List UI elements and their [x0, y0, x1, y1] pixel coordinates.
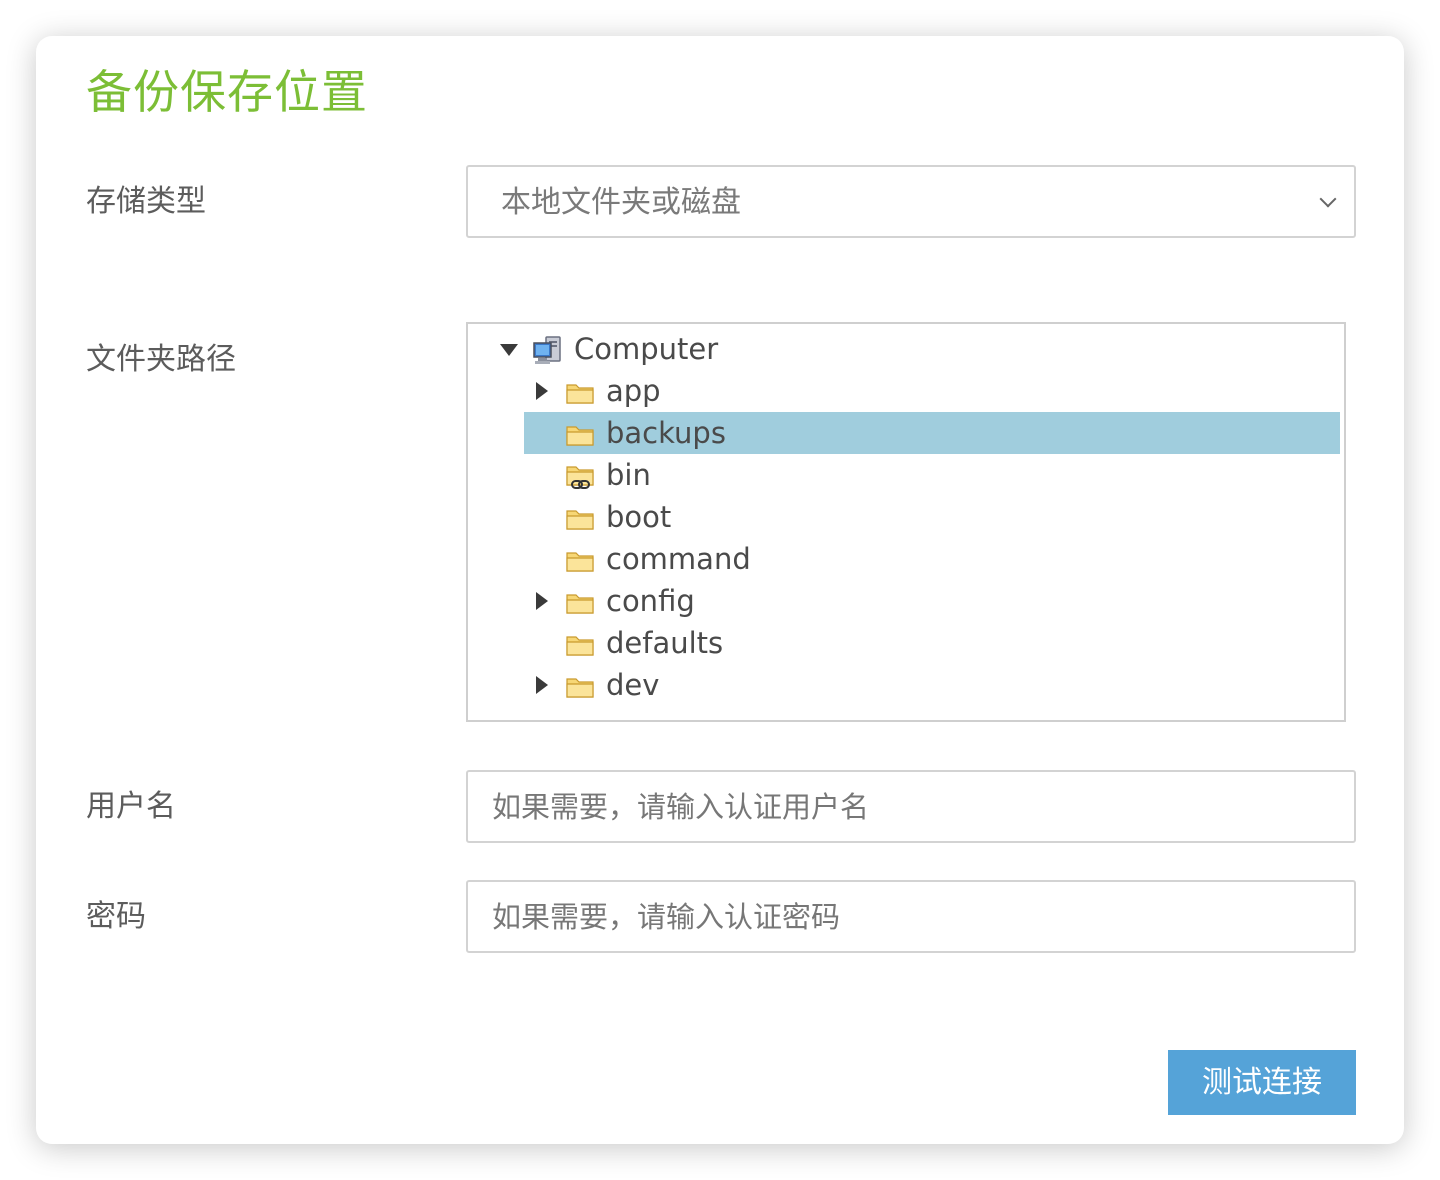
tree-item-config[interactable]: config — [468, 580, 1344, 622]
tree-item-label: bin — [606, 458, 651, 492]
folder-icon — [566, 552, 594, 572]
expand-arrow-icon[interactable] — [536, 382, 548, 400]
password-input[interactable] — [466, 880, 1356, 953]
test-connection-button[interactable]: 测试连接 — [1168, 1050, 1356, 1115]
folder-icon — [566, 636, 594, 656]
username-input[interactable] — [466, 770, 1356, 843]
tree-item-dev[interactable]: dev — [468, 664, 1344, 706]
folder-icon — [566, 384, 594, 404]
page-title: 备份保存位置 — [86, 65, 368, 119]
tree-item-bin[interactable]: bin — [468, 454, 1344, 496]
tree-item-boot[interactable]: boot — [468, 496, 1344, 538]
tree-item-label: command — [606, 542, 751, 576]
tree-root-row[interactable]: Computer — [468, 328, 1344, 370]
collapse-arrow-icon[interactable] — [500, 344, 518, 356]
username-label: 用户名 — [86, 789, 176, 824]
folder-link-icon — [566, 466, 594, 489]
folder-icon — [566, 510, 594, 530]
storage-type-select[interactable]: 本地文件夹或磁盘 — [466, 165, 1356, 238]
storage-type-label: 存储类型 — [86, 184, 206, 219]
chevron-down-icon — [1319, 190, 1337, 208]
tree-item-command[interactable]: command — [468, 538, 1344, 580]
computer-icon — [533, 336, 561, 364]
tree-item-label: defaults — [606, 626, 724, 660]
backup-location-card: 备份保存位置 存储类型 本地文件夹或磁盘 文件夹路径 Computer app … — [36, 36, 1404, 1144]
tree-item-label: dev — [606, 668, 660, 702]
folder-icon — [566, 426, 594, 446]
folder-icon — [566, 678, 594, 698]
expand-arrow-icon[interactable] — [536, 592, 548, 610]
folder-path-label: 文件夹路径 — [86, 342, 236, 377]
tree-item-backups[interactable]: backups — [524, 412, 1340, 454]
tree-item-label: config — [606, 584, 695, 618]
tree-item-app[interactable]: app — [468, 370, 1344, 412]
tree-item-clipped[interactable] — [468, 706, 1344, 722]
folder-icon — [566, 718, 594, 722]
folder-icon — [566, 594, 594, 614]
tree-item-label: app — [606, 374, 661, 408]
tree-item-label: backups — [606, 416, 726, 450]
password-label: 密码 — [86, 899, 146, 934]
expand-arrow-icon[interactable] — [536, 676, 548, 694]
storage-type-selected-value: 本地文件夹或磁盘 — [501, 185, 741, 220]
tree-item-label: boot — [606, 500, 672, 534]
tree-root-label: Computer — [574, 332, 719, 366]
folder-tree[interactable]: Computer app backups bin boot command co… — [466, 322, 1346, 722]
tree-item-defaults[interactable]: defaults — [468, 622, 1344, 664]
